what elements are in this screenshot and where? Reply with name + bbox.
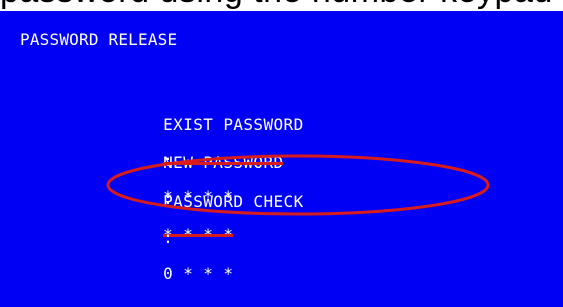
exist-password-label: EXIST PASSWORD <box>163 115 304 134</box>
password-check-separator <box>163 210 173 229</box>
password-release-screen: PASSWORD RELEASE EXIST PASSWORD : * * * … <box>0 11 563 307</box>
password-check-colon: : <box>163 228 174 247</box>
cropped-instruction-text: password using the number keypad <box>0 0 563 11</box>
new-password-label: NEW PASSWORD <box>163 153 284 172</box>
password-check-row: PASSWORD CHECK : 0 * * * <box>123 175 304 301</box>
instruction-text: password using the number keypad <box>0 0 553 8</box>
screen-title: PASSWORD RELEASE <box>20 30 178 49</box>
password-check-gap <box>163 246 173 265</box>
password-check-value[interactable]: 0 * * * <box>163 264 233 283</box>
password-check-label: PASSWORD CHECK <box>163 192 304 211</box>
